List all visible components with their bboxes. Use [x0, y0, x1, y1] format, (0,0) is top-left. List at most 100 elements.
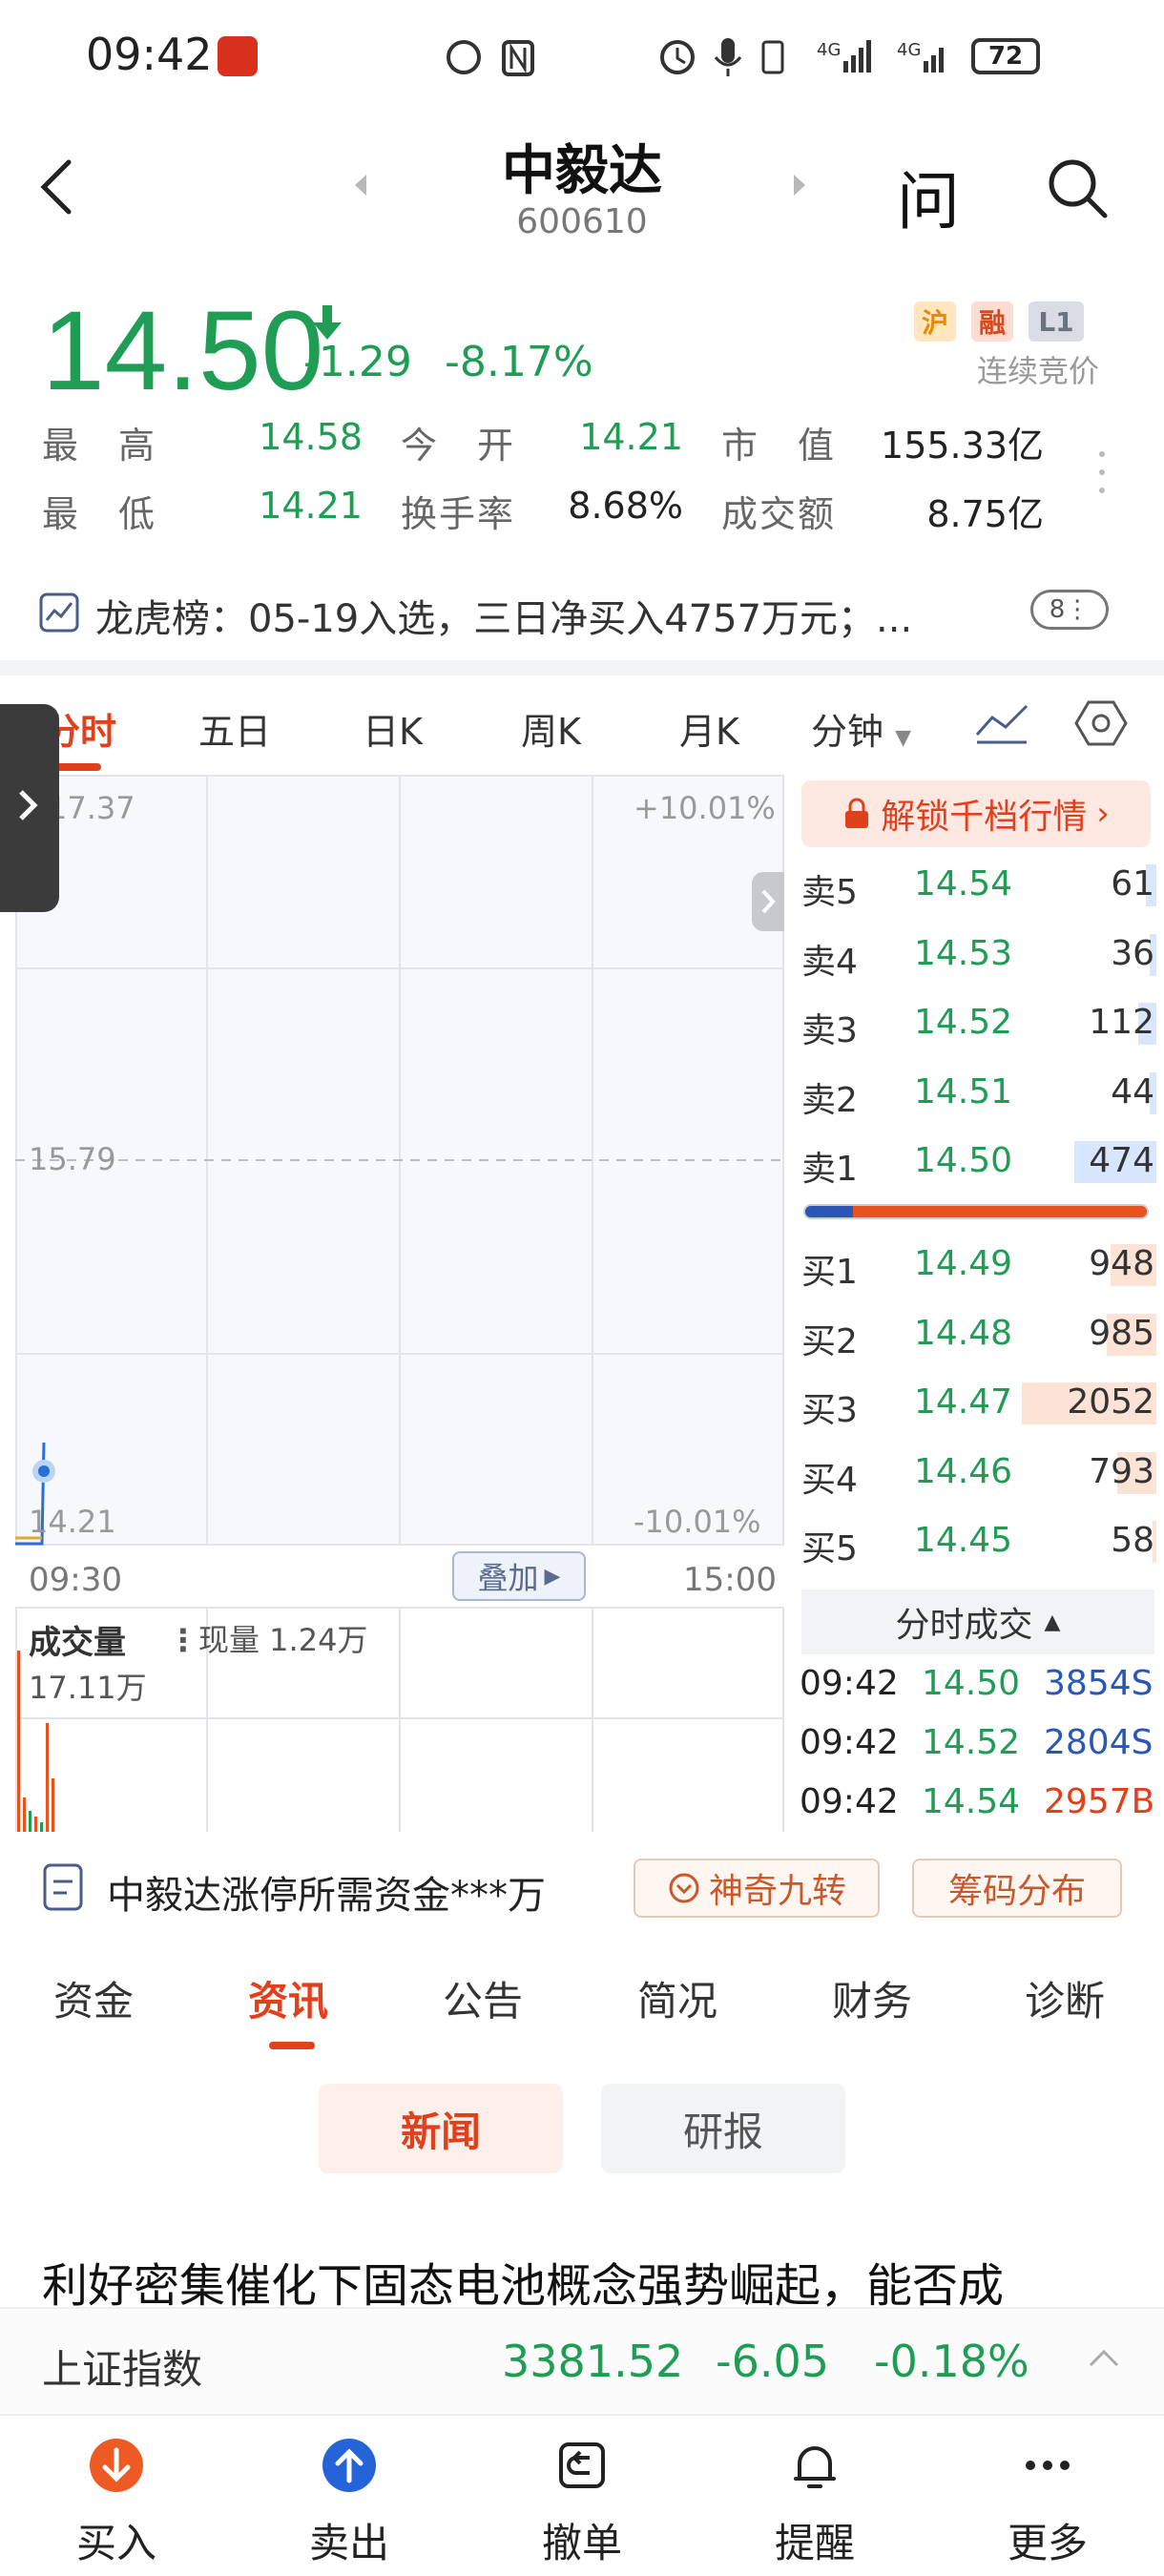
- cancel-order-button[interactable]: 撤单: [506, 2431, 658, 2566]
- active-info-tab-indicator: [269, 2042, 315, 2049]
- stock-name: 中毅达: [502, 140, 662, 202]
- stat-value-turnover: 8.68%: [568, 485, 683, 527]
- overlay-button[interactable]: 叠加 ▶: [452, 1551, 586, 1601]
- dragon-tiger-text[interactable]: 龙虎榜：05-19入选，三日净买入4757万元；...: [95, 588, 992, 643]
- more-stats-icon[interactable]: [1097, 448, 1107, 496]
- volume-total: 17.11万: [29, 1670, 147, 1706]
- tab-minute[interactable]: 分钟 ▼: [811, 702, 911, 755]
- tick-price: 14.52: [922, 1723, 1021, 1762]
- time-axis-end: 15:00: [683, 1561, 777, 1599]
- ask-level-label: 卖1: [801, 1150, 858, 1189]
- triangle-up-icon: ▲: [1044, 1610, 1061, 1634]
- tab-news-info[interactable]: 资讯: [248, 1969, 328, 2027]
- research-report-pill[interactable]: 研报: [601, 2084, 845, 2173]
- sell-button[interactable]: 卖出: [273, 2431, 426, 2566]
- ticks-header[interactable]: 分时成交 ▲: [801, 1589, 1154, 1654]
- ratio-bar-buy: [805, 1206, 854, 1217]
- tick-time: 09:42: [800, 1782, 899, 1821]
- tab-monthly-k[interactable]: 月K: [679, 702, 739, 755]
- alert-label: 提醒: [774, 2520, 855, 2566]
- bid-level-row[interactable]: 买2 14.48 985: [801, 1306, 1156, 1363]
- more-button[interactable]: 更多: [971, 2431, 1124, 2566]
- chip-distribution-button[interactable]: 筹码分布: [912, 1859, 1122, 1918]
- bid-level-volume: 948: [1089, 1244, 1154, 1283]
- nine-turn-button[interactable]: 神奇九转: [634, 1859, 880, 1918]
- bid-level-label: 买1: [801, 1253, 858, 1292]
- buy-arrow-icon: [90, 2439, 143, 2492]
- ask-level-label: 卖5: [801, 873, 858, 912]
- tag-level1[interactable]: L1: [1029, 301, 1084, 342]
- hexagon-settings-icon[interactable]: [1074, 698, 1128, 748]
- indicator-settings-icon[interactable]: [973, 700, 1030, 746]
- ask-level-row[interactable]: 卖2 14.51 44: [801, 1065, 1156, 1122]
- volume-bar: [40, 1822, 43, 1832]
- ask-level-price: 14.52: [914, 1003, 1013, 1042]
- svg-text:4G: 4G: [897, 40, 921, 60]
- bid-level-row[interactable]: 买3 14.47 2052: [801, 1375, 1156, 1432]
- tab-diagnosis[interactable]: 诊断: [1025, 1969, 1105, 2027]
- ask-button[interactable]: 问: [897, 151, 960, 242]
- price-change-pct: -8.17%: [445, 338, 593, 386]
- dropdown-caret-icon: ▼: [895, 726, 912, 750]
- tab-profile[interactable]: 简况: [637, 1969, 717, 2027]
- ask-level-row[interactable]: 卖5 14.54 61: [801, 857, 1156, 914]
- index-change: -6.05: [716, 2336, 830, 2387]
- tab-financials[interactable]: 财务: [832, 1969, 912, 2027]
- index-value: 3381.52: [502, 2336, 684, 2387]
- status-bar: 09:42 4G 4G 72: [0, 0, 1164, 114]
- limit-up-funds-text[interactable]: 中毅达涨停所需资金***万: [107, 1864, 546, 1920]
- dragon-tiger-count-badge[interactable]: 8 ⋮: [1030, 590, 1109, 630]
- tab-five-day[interactable]: 五日: [198, 702, 271, 755]
- bid-level-volume: 2052: [1067, 1382, 1154, 1422]
- ask-level-row[interactable]: 卖4 14.53 36: [801, 926, 1156, 984]
- sell-arrow-icon: [322, 2439, 376, 2492]
- triangle-right-icon: ▶: [544, 1564, 561, 1589]
- current-point: [38, 1465, 50, 1477]
- ask-level-price: 14.50: [914, 1141, 1013, 1180]
- cancel-order-icon: [559, 2442, 605, 2488]
- time-axis-start: 09:30: [29, 1561, 122, 1599]
- tab-announcements[interactable]: 公告: [443, 1969, 523, 2027]
- price-line-plot: [15, 1159, 784, 1546]
- bid-level-label: 买4: [801, 1460, 858, 1500]
- stock-code: 600610: [516, 202, 648, 241]
- search-icon[interactable]: [1046, 156, 1109, 219]
- more-dots-icon: ⋮: [1065, 595, 1091, 624]
- tab-weekly-k[interactable]: 周K: [521, 702, 581, 755]
- ask-level-label: 卖2: [801, 1080, 858, 1120]
- chevron-right-icon: [761, 889, 776, 914]
- buy-button[interactable]: 买入: [40, 2431, 193, 2566]
- news-pill[interactable]: 新闻: [319, 2084, 563, 2173]
- stat-label-open: 今 开: [401, 425, 516, 467]
- stat-value-open: 14.21: [579, 416, 683, 458]
- bid-level-volume: 58: [1111, 1521, 1154, 1560]
- stat-label-amount: 成交额: [721, 493, 837, 535]
- bid-level-row[interactable]: 买4 14.46 793: [801, 1444, 1156, 1502]
- volume-chart[interactable]: [15, 1607, 784, 1832]
- ask-level-volume: 36: [1111, 933, 1154, 973]
- pct-axis-bottom: -10.01%: [634, 1504, 761, 1540]
- ask-level-row[interactable]: 卖3 14.52 112: [801, 995, 1156, 1052]
- section-divider: [0, 660, 1164, 675]
- unlock-depth-button[interactable]: 解锁千档行情 ›: [801, 780, 1151, 847]
- signal-icons: 4G 4G: [660, 38, 944, 76]
- tab-funds[interactable]: 资金: [53, 1969, 134, 2027]
- alert-button[interactable]: 提醒: [738, 2431, 891, 2566]
- stat-value-market-cap: 155.33亿: [881, 425, 1044, 467]
- bid-level-price: 14.47: [914, 1382, 1013, 1422]
- chevron-up-icon[interactable]: [1088, 2347, 1120, 2368]
- tick-volume: 2957B: [1044, 1782, 1155, 1821]
- tab-daily-k[interactable]: 日K: [363, 702, 423, 755]
- volume-now: ⋮现量 1.24万: [168, 1616, 367, 1660]
- ask-level-label: 卖3: [801, 1011, 858, 1050]
- bid-level-row[interactable]: 买1 14.49 948: [801, 1236, 1156, 1294]
- chart-collapse-handle[interactable]: [752, 872, 784, 931]
- volume-bar: [34, 1817, 37, 1832]
- sell-label: 卖出: [308, 2520, 389, 2566]
- ask-level-row[interactable]: 卖1 14.50 474: [801, 1133, 1156, 1191]
- chevron-right-icon: [19, 790, 38, 821]
- news-headline[interactable]: 利好密集催化下固态电池概念强势崛起，能否成: [42, 2248, 1149, 2315]
- intraday-chart[interactable]: [15, 775, 784, 1546]
- trend-chart-icon: [39, 592, 79, 633]
- bid-level-row[interactable]: 买5 14.45 58: [801, 1513, 1156, 1570]
